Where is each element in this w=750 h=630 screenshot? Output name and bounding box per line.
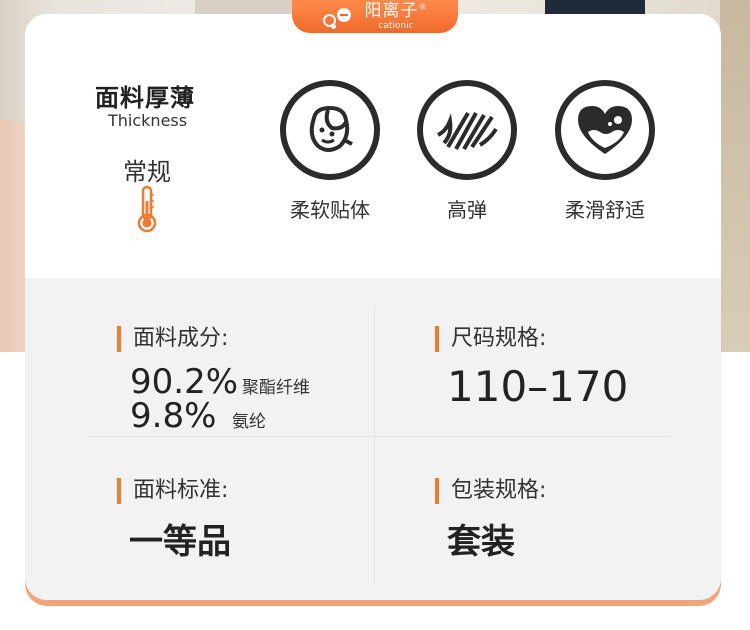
heart-comfort-icon xyxy=(555,80,655,180)
spec-divider-vertical xyxy=(374,305,375,585)
composition-row: 9.8% 氨纶 xyxy=(130,396,266,436)
stretch-lines-icon xyxy=(417,80,517,180)
feature-soft-fit: 柔软贴体 xyxy=(275,80,385,223)
info-card: 面料厚薄 Thickness 常规 柔软贴体 高弹 柔滑舒适 面料成分: 90.… xyxy=(25,14,721,600)
feature-label: 高弹 xyxy=(447,198,487,222)
composition-material: 氨纶 xyxy=(232,412,266,432)
packaging-label: 包装规格: xyxy=(435,478,546,504)
thickness-title: 面料厚薄 xyxy=(95,84,195,112)
composition-percent: 9.8% xyxy=(130,396,217,436)
standard-value: 一等品 xyxy=(129,522,231,562)
composition-label: 面料成分: xyxy=(117,326,228,352)
feature-high-stretch: 高弹 xyxy=(412,80,522,223)
composition-material: 聚酯纤维 xyxy=(242,378,311,398)
thermometer-icon xyxy=(137,185,157,233)
brand-badge-text: 阳离子® cationic xyxy=(364,0,428,31)
spec-divider-horizontal xyxy=(85,436,671,437)
standard-label: 面料标准: xyxy=(117,478,228,504)
size-label: 尺码规格: xyxy=(435,326,546,352)
thickness-value: 常规 xyxy=(123,158,171,186)
feature-label: 柔软贴体 xyxy=(290,198,370,222)
background-dark-garment xyxy=(545,0,645,14)
face-soft-icon xyxy=(280,80,380,180)
cation-logo-icon xyxy=(322,6,359,29)
feature-label: 柔滑舒适 xyxy=(565,198,645,222)
thickness-subtitle: Thickness xyxy=(108,111,188,130)
brand-name: 阳离子 xyxy=(364,0,419,21)
packaging-value: 套装 xyxy=(447,522,515,562)
brand-registered-mark: ® xyxy=(418,1,428,11)
size-value: 110–170 xyxy=(447,362,629,411)
feature-smooth-comfort: 柔滑舒适 xyxy=(550,80,660,223)
brand-badge: 阳离子® cationic xyxy=(292,0,458,33)
brand-subname: cationic xyxy=(378,20,414,31)
background-right-edge xyxy=(720,0,750,352)
